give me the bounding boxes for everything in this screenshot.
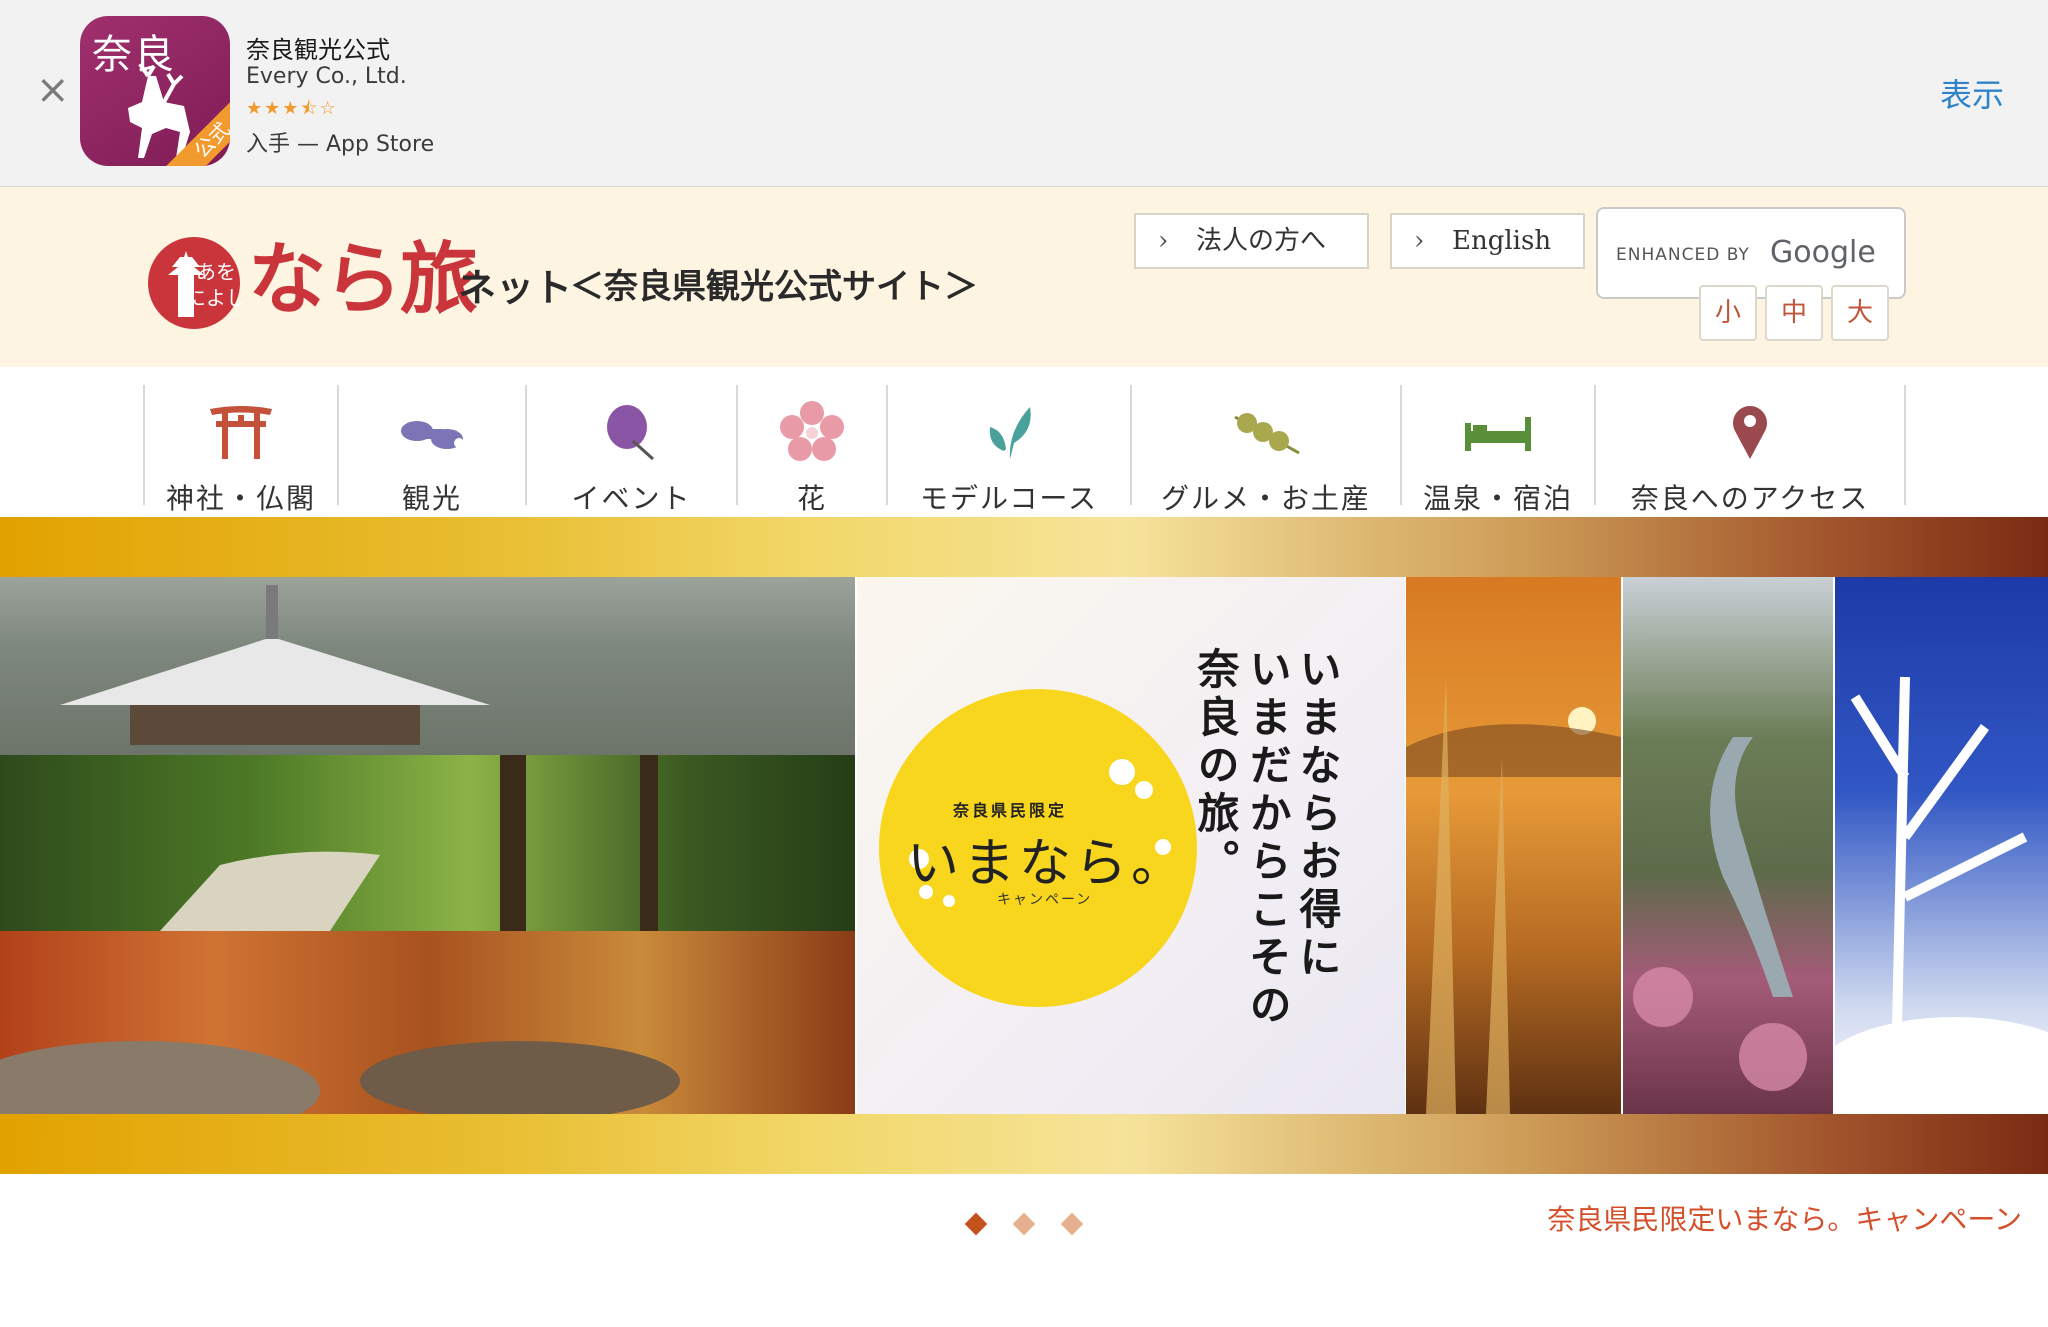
logo-seal-icon[interactable]: あを によし — [146, 235, 242, 331]
decor-dot — [943, 895, 955, 907]
nav-label: 奈良へのアクセス — [1630, 482, 1870, 515]
english-link-button[interactable]: › English — [1390, 213, 1585, 269]
app-company: Every Co., Ltd. — [246, 64, 407, 89]
nav-label: 観光 — [401, 482, 462, 515]
forest-path-photo — [0, 755, 855, 931]
snowy-temple-photo — [0, 577, 855, 755]
dango-icon — [1234, 413, 1300, 455]
decor-dot — [1109, 759, 1135, 785]
font-size-medium-button[interactable]: 中 — [1765, 285, 1823, 341]
nav-label: モデルコース — [919, 482, 1099, 515]
hero-banner[interactable]: 奈良県民限定 いまなら。 キャンペーン いまならお得に いまだからこその 奈良の… — [0, 517, 2048, 1174]
binoculars-icon — [401, 421, 464, 449]
map-pin-icon — [1733, 406, 1767, 459]
app-icon[interactable]: 奈良 公式 — [80, 16, 230, 166]
campaign-vertical-line-2: いまだからこその — [1243, 647, 1292, 1031]
nav-label: 神社・仏閣 — [165, 482, 316, 515]
nav-item-model-courses[interactable]: モデルコース — [888, 385, 1130, 515]
site-header: あを によし なら旅 ネット ＜奈良県観光公式サイト＞ › 法人の方へ › En… — [0, 187, 2048, 367]
hero-panel: 奈良県民限定 いまなら。 キャンペーン いまならお得に いまだからこその 奈良の… — [0, 577, 2048, 1114]
nav-item-onsen-lodging[interactable]: 温泉・宿泊 — [1402, 385, 1594, 515]
font-size-large-button[interactable]: 大 — [1831, 285, 1889, 341]
font-size-small-button[interactable]: 小 — [1699, 285, 1757, 341]
store-line: 入手 — App Store — [246, 132, 435, 157]
search-enhanced-label: ENHANCED BY — [1616, 245, 1750, 265]
campaign-vertical-line-1: いまならお得に — [1293, 647, 1342, 983]
campaign-subtitle: キャンペーン — [997, 892, 1093, 908]
temple-roof-shape — [60, 585, 490, 745]
svg-text:によし: によし — [186, 286, 242, 310]
app-store-banner: × 奈良 公式 奈良観光公式 Every Co., Ltd. ★★★⯪☆ 入手 … — [0, 0, 2048, 187]
svg-text:あを: あを — [196, 260, 236, 284]
nav-item-flowers[interactable]: 花 — [738, 385, 886, 515]
decor-dot — [1135, 781, 1153, 799]
nav-label: イベント — [571, 482, 692, 515]
frosted-trees-photo — [1835, 577, 2048, 1114]
english-link-label: English — [1452, 226, 1552, 256]
app-name: 奈良観光公式 — [246, 36, 390, 64]
logo-suffix: ネット — [458, 266, 573, 310]
corporate-link-label: 法人の方へ — [1196, 226, 1327, 256]
close-icon[interactable]: × — [36, 70, 70, 110]
campaign-title: いまなら。 — [907, 834, 1188, 894]
campaign-top-label: 奈良県民限定 — [953, 801, 1068, 820]
nav-divider — [1904, 385, 1906, 505]
flower-icon — [780, 401, 844, 461]
sunset-shape — [1406, 677, 1621, 1114]
nav-label: 温泉・宿泊 — [1422, 482, 1573, 515]
nav-label: グルメ・お土産 — [1160, 482, 1371, 515]
river-valley-photo — [1623, 577, 1833, 1114]
campaign-promo[interactable]: 奈良県民限定 いまなら。 キャンペーン いまならお得に いまだからこその 奈良の… — [857, 577, 1405, 1114]
slide-caption-link[interactable]: 奈良県民限定いまなら。キャンペーン — [1547, 1198, 2022, 1238]
forest-path-shape — [160, 755, 658, 931]
chevron-right-icon: › — [1158, 226, 1169, 256]
rating-stars: ★★★⯪☆ — [246, 98, 338, 119]
fan-icon — [606, 405, 654, 461]
bed-icon — [1465, 417, 1531, 451]
nav-item-gourmet[interactable]: グルメ・お土産 — [1132, 385, 1400, 515]
nav-item-events[interactable]: イベント — [527, 385, 736, 515]
autumn-maple-photo — [0, 931, 855, 1114]
carousel-dot-1[interactable] — [964, 1212, 988, 1236]
google-logo: Google — [1770, 235, 1876, 270]
campaign-vertical-line-3: 奈良の旅。 — [1191, 647, 1240, 887]
nav-item-temples[interactable]: 神社・仏閣 — [145, 385, 337, 515]
carousel-dot-2[interactable] — [1012, 1212, 1036, 1236]
view-app-button[interactable]: 表示 — [1940, 70, 2004, 116]
chevron-right-icon: › — [1414, 226, 1425, 256]
maple-rock-shape — [0, 1041, 680, 1114]
river-shape — [1633, 737, 1807, 1091]
main-nav: 神社・仏閣 観光 イベント 花 モデルコース グルメ・お土産 温泉・宿泊 奈良へ… — [0, 367, 2048, 517]
snow-tree-shape — [1835, 676, 2048, 1114]
nav-item-access[interactable]: 奈良へのアクセス — [1596, 385, 1904, 515]
corporate-link-button[interactable]: › 法人の方へ — [1134, 213, 1369, 269]
nav-label: 花 — [796, 482, 827, 515]
pampas-sunset-photo — [1406, 577, 1621, 1114]
nav-item-sightseeing[interactable]: 観光 — [339, 385, 525, 515]
carousel-dot-3[interactable] — [1060, 1212, 1084, 1236]
logo-main-text[interactable]: なら旅 — [248, 217, 478, 329]
torii-icon — [210, 406, 272, 459]
site-subtitle: ＜奈良県観光公式サイト＞ — [570, 267, 978, 307]
leaf-icon — [989, 407, 1031, 459]
